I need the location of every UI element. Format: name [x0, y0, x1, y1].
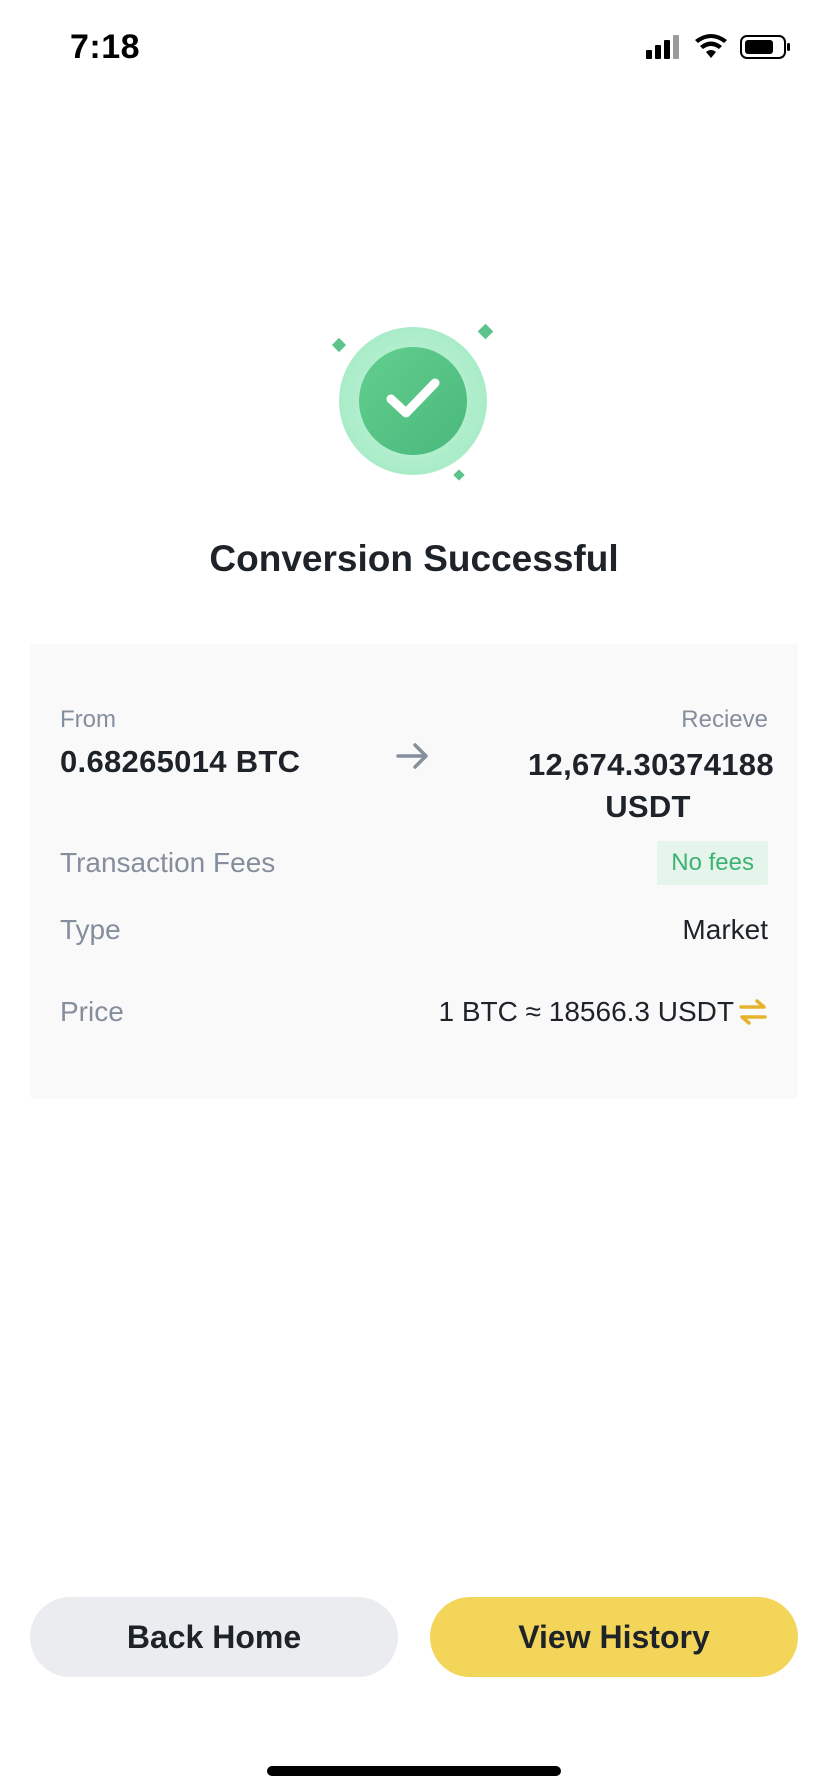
- receive-label: Recieve: [681, 706, 768, 733]
- status-icons: [646, 34, 792, 60]
- type-value: Market: [682, 914, 768, 945]
- price-value-group: 1 BTC ≈ 18566.3 USDT: [439, 996, 769, 1028]
- receive-amount: 12,674.30374188 USDT: [528, 747, 774, 824]
- wifi-icon: [695, 34, 727, 58]
- fees-label: Transaction Fees: [60, 847, 276, 878]
- type-row: Type Market: [60, 914, 768, 946]
- from-block: From 0.68265014 BTC: [60, 706, 300, 780]
- back-home-button[interactable]: Back Home: [30, 1597, 398, 1677]
- from-label: From: [60, 706, 116, 733]
- battery-icon: [740, 35, 790, 59]
- page-title: Conversion Successful: [209, 538, 619, 579]
- from-amount: 0.68265014 BTC: [60, 744, 301, 779]
- home-indicator[interactable]: [267, 1766, 561, 1776]
- view-history-button[interactable]: View History: [430, 1597, 798, 1677]
- fees-badge: No fees: [657, 841, 768, 885]
- price-label: Price: [60, 996, 124, 1027]
- status-bar: 7:18: [0, 0, 828, 100]
- price-row: Price 1 BTC ≈ 18566.3 USDT: [60, 996, 768, 1028]
- arrow-right-icon: [396, 743, 428, 769]
- receive-block: Recieve 12,674.30374188 USDT: [528, 706, 774, 828]
- price-value: 1 BTC ≈ 18566.3 USDT: [438, 996, 735, 1027]
- swap-icon[interactable]: [738, 999, 768, 1025]
- conversion-details-card: From 0.68265014 BTC Recieve 12,674.30374…: [30, 644, 798, 1099]
- success-illustration: [324, 314, 504, 494]
- signal-icon: [646, 35, 679, 59]
- check-icon: [386, 378, 440, 418]
- fees-row: Transaction Fees No fees: [60, 841, 768, 885]
- status-time: 7:18: [70, 28, 141, 66]
- type-label: Type: [60, 914, 121, 945]
